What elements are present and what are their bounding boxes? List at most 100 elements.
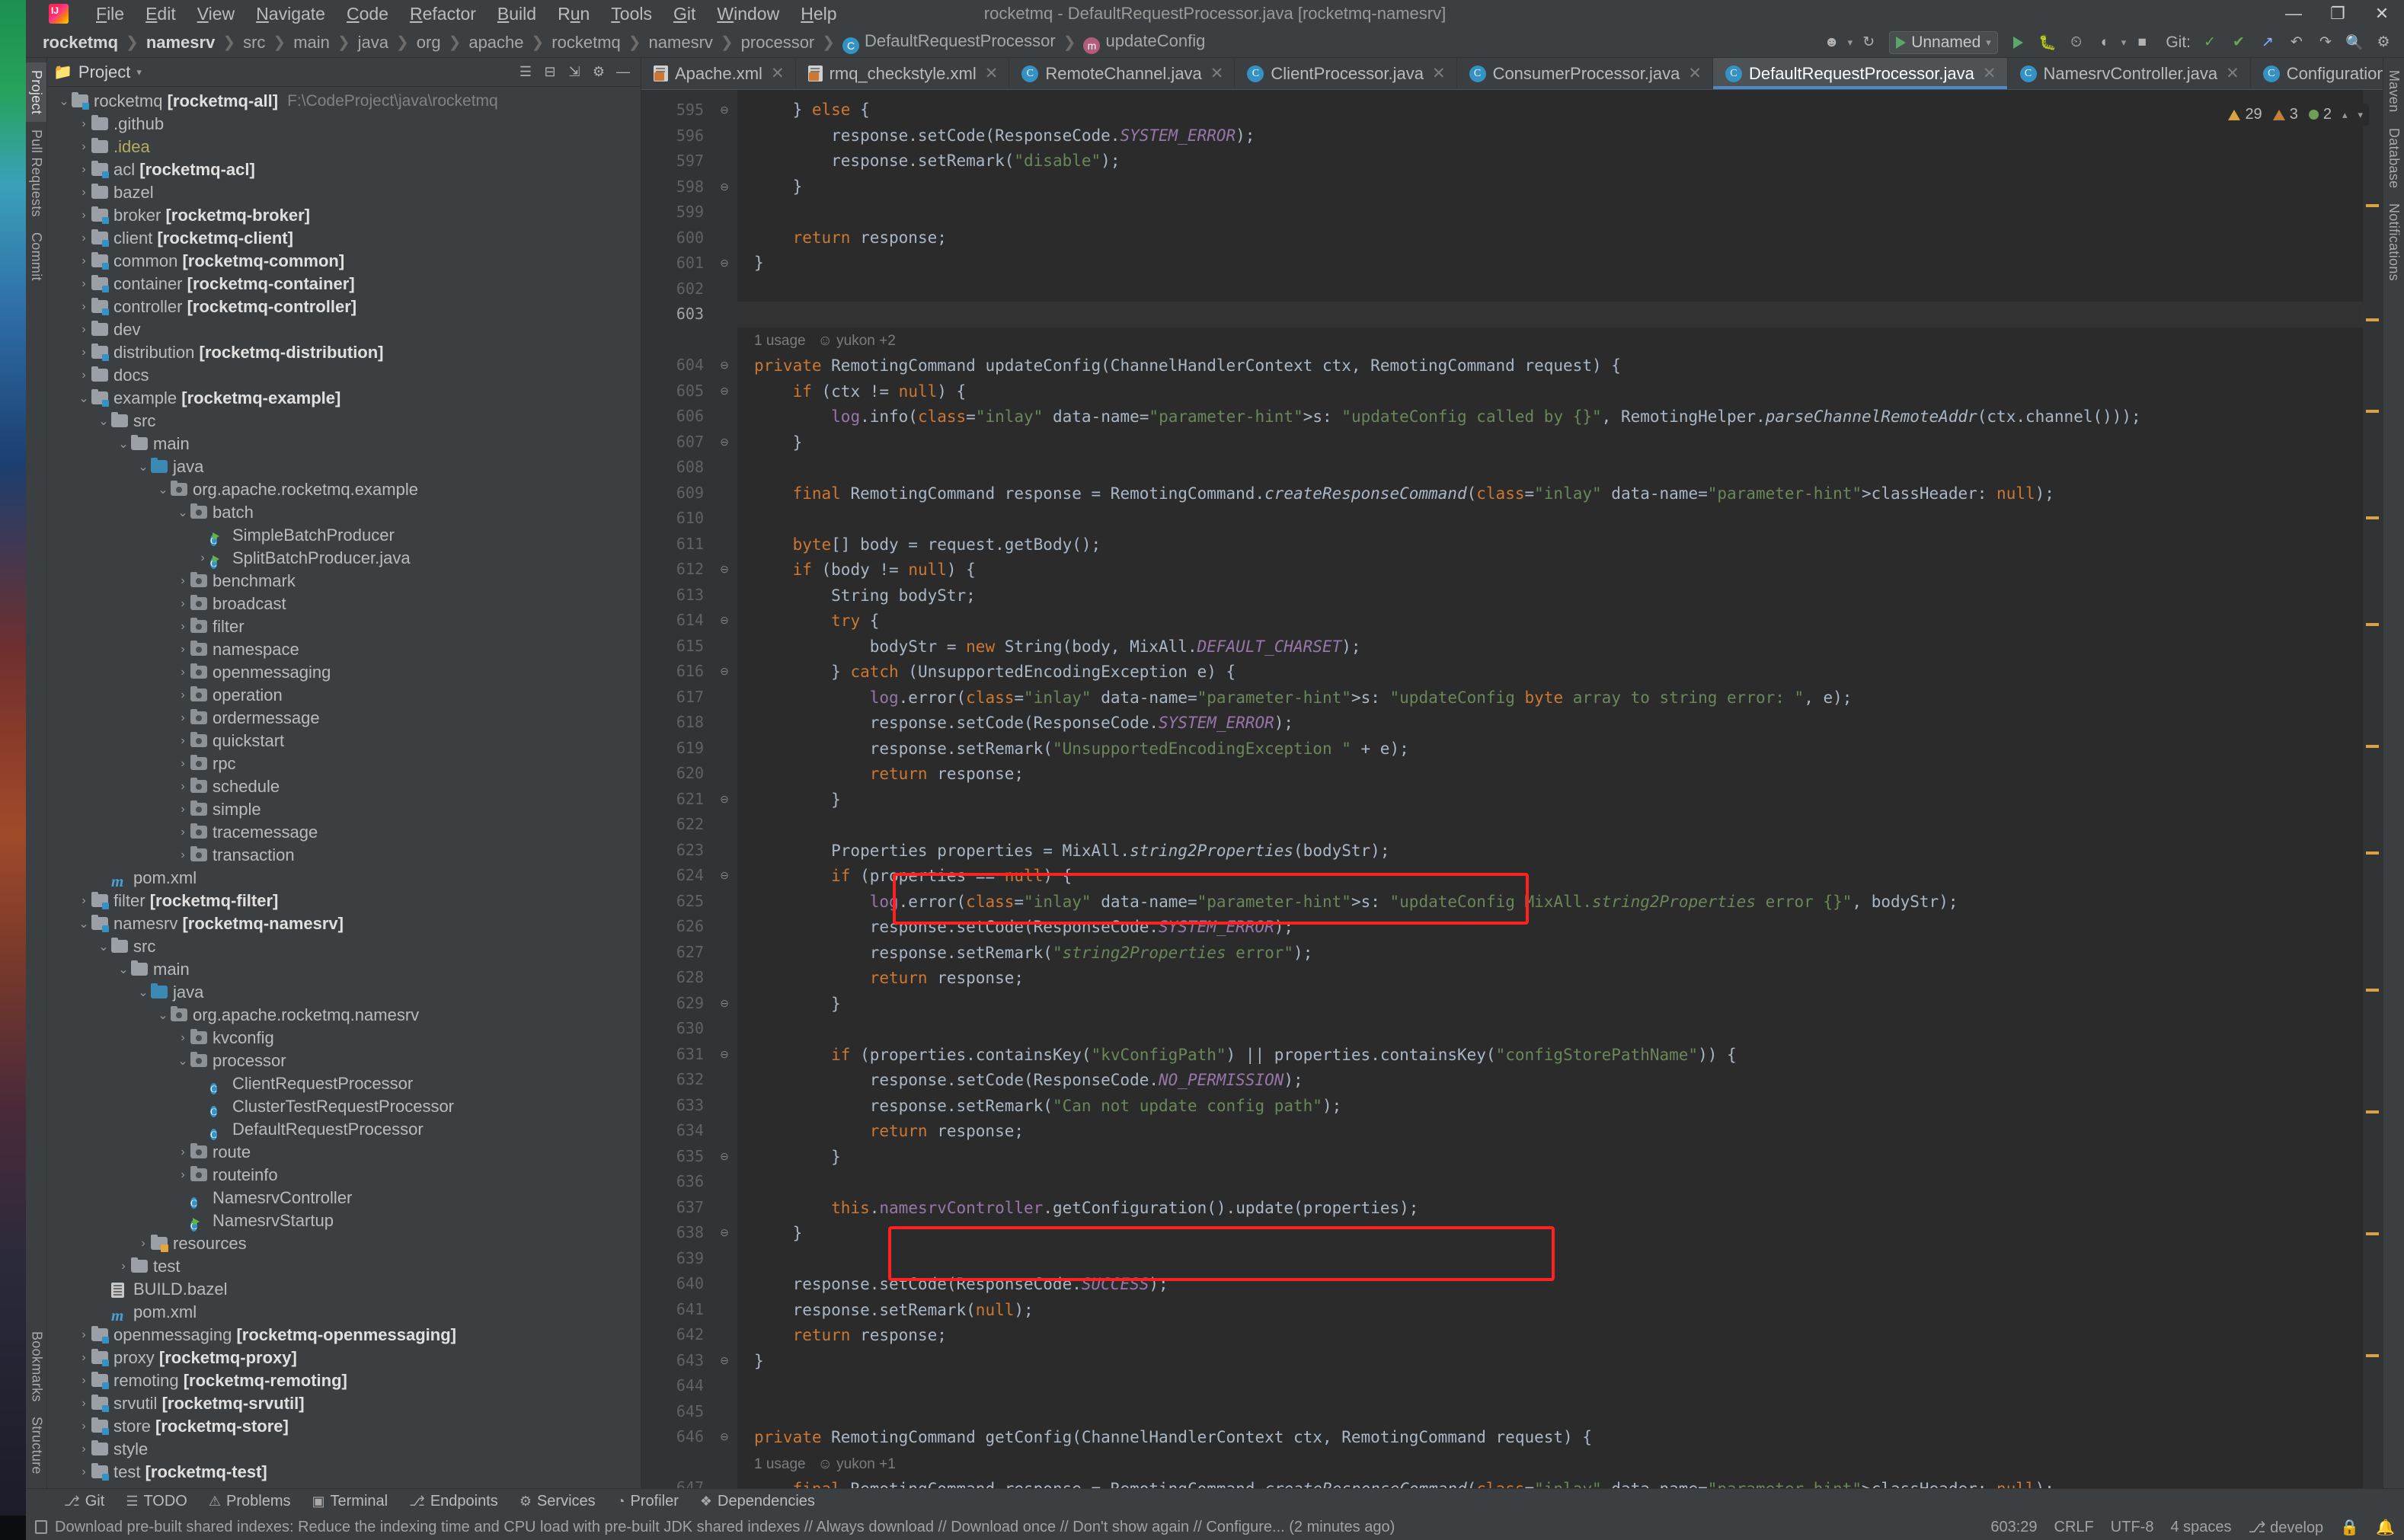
fold-region[interactable] (711, 1016, 737, 1042)
line-number[interactable]: 614 (641, 608, 711, 634)
fold-region[interactable] (711, 455, 737, 481)
tree-node[interactable]: ⌄ java (47, 455, 641, 478)
settings-icon[interactable]: ⚙ (2370, 30, 2396, 55)
account-icon[interactable]: ☻ (1819, 30, 1845, 55)
tree-node[interactable]: › rpc (47, 752, 641, 775)
tree-node[interactable]: › dev (47, 318, 641, 341)
tree-node[interactable]: › quickstart (47, 730, 641, 752)
line-number[interactable]: 611 (641, 532, 711, 558)
tree-node[interactable]: › broadcast (47, 593, 641, 615)
chevron-up-icon[interactable]: ▴ (2342, 109, 2348, 121)
tree-node[interactable]: › C SplitBatchProducer.java (47, 547, 641, 570)
close-icon[interactable]: ✕ (1431, 64, 1447, 83)
status-message[interactable]: Download pre-built shared indexes: Reduc… (55, 1519, 1395, 1536)
fold-region[interactable] (711, 481, 737, 506)
tree-expand-arrow-icon[interactable]: › (136, 1237, 151, 1251)
tree-expand-arrow-icon[interactable]: › (76, 209, 91, 222)
tree-node[interactable]: › filter [rocketmq-filter] (47, 890, 641, 912)
tree-expand-arrow-icon[interactable]: › (76, 1374, 91, 1388)
fold-region[interactable] (711, 634, 737, 660)
line-number[interactable]: 620 (641, 761, 711, 787)
hide-panel-icon[interactable]: — (612, 62, 635, 83)
breadcrumb-item-0[interactable]: rocketmq (37, 31, 124, 54)
editor-tab[interactable]: C ConsumerProcessor.java ✕ (1457, 58, 1713, 89)
close-icon[interactable]: ✕ (1209, 64, 1226, 83)
line-number[interactable]: 610 (641, 506, 711, 532)
line-number[interactable]: 598 (641, 174, 711, 200)
tree-expand-arrow-icon[interactable]: › (76, 300, 91, 314)
bottom-tool-todo[interactable]: ☰ TODO (115, 1491, 198, 1512)
editor-tab[interactable]: C NamesrvController.java ✕ (2008, 58, 2251, 89)
line-number[interactable]: 638 (641, 1220, 711, 1246)
bottom-tool-git[interactable]: ⎇ Git (53, 1491, 115, 1512)
line-number[interactable]: 616 (641, 659, 711, 685)
tree-node[interactable]: › schedule (47, 775, 641, 798)
editor-tab[interactable]: rmq_checkstyle.xml ✕ (796, 58, 1010, 89)
line-number[interactable]: 633 (641, 1093, 711, 1119)
tool-tab-structure[interactable]: Structure (27, 1409, 47, 1482)
line-number[interactable]: 647 (641, 1475, 711, 1488)
fold-region[interactable]: ⊖ (711, 1220, 737, 1246)
line-number[interactable]: 604 (641, 353, 711, 379)
tree-expand-arrow-icon[interactable]: › (76, 163, 91, 177)
fold-region[interactable]: ⊖ (711, 353, 737, 379)
menu-tools[interactable]: Tools (600, 1, 663, 27)
breadcrumb-item-5[interactable]: org (411, 31, 447, 54)
fold-region[interactable] (711, 404, 737, 430)
line-number[interactable]: 601 (641, 251, 711, 276)
tree-node[interactable]: › openmessaging (47, 661, 641, 684)
tree-node[interactable]: › tracemessage (47, 821, 641, 844)
notification-icon[interactable]: 🔔 (2376, 1518, 2395, 1537)
line-number[interactable]: 625 (641, 889, 711, 915)
git-branch[interactable]: ⎇ develop (2249, 1518, 2324, 1537)
fold-region[interactable]: ⊖ (711, 608, 737, 634)
breadcrumb-item-8[interactable]: namesrv (643, 31, 719, 54)
profiler-icon[interactable]: ⏲ (2064, 30, 2089, 55)
line-number[interactable]: 631 (641, 1042, 711, 1068)
fold-region[interactable] (711, 736, 737, 762)
close-icon[interactable]: ✕ (983, 64, 1000, 83)
tree-node[interactable]: C DefaultRequestProcessor (47, 1118, 641, 1141)
stop-icon[interactable]: ■ (2129, 30, 2155, 55)
scroll-from-source-icon[interactable]: ⇲ (563, 62, 586, 83)
tree-expand-arrow-icon[interactable]: ⌄ (175, 505, 190, 520)
breadcrumb-item-7[interactable]: rocketmq (545, 31, 626, 54)
menu-build[interactable]: Build (487, 1, 547, 27)
editor-tab[interactable]: C DefaultRequestProcessor.java ✕ (1712, 58, 2008, 89)
fold-region[interactable] (711, 532, 737, 558)
line-number[interactable]: 646 (641, 1424, 711, 1450)
tree-node[interactable]: › kvconfig (47, 1027, 641, 1050)
line-number[interactable]: 640 (641, 1271, 711, 1297)
close-icon[interactable]: ✕ (769, 64, 786, 83)
tree-node[interactable]: › broker [rocketmq-broker] (47, 204, 641, 227)
chevron-down-icon[interactable]: ▾ (1848, 37, 1853, 49)
tree-expand-arrow-icon[interactable]: › (175, 780, 190, 794)
breadcrumb-item-1[interactable]: namesrv (140, 31, 222, 54)
tree-expand-arrow-icon[interactable]: › (175, 734, 190, 748)
line-number[interactable]: 628 (641, 965, 711, 991)
tree-node[interactable]: › remoting [rocketmq-remoting] (47, 1369, 641, 1392)
bottom-tool-window-bar[interactable]: ⎇ Git ☰ TODO ⚠ Problems ▣ Terminal ⎇ Endpoints ⚙ Se… (26, 1488, 2404, 1514)
menu-navigate[interactable]: Navigate (245, 1, 336, 27)
fold-region[interactable] (711, 1475, 737, 1488)
fold-region[interactable]: ⊖ (711, 1042, 737, 1068)
tree-node[interactable]: › ordermessage (47, 707, 641, 730)
tree-expand-arrow-icon[interactable]: ⌄ (136, 459, 151, 474)
tree-expand-arrow-icon[interactable]: ⌄ (175, 1053, 190, 1069)
tree-expand-arrow-icon[interactable]: › (76, 1397, 91, 1411)
editor-tab[interactable]: C ClientProcessor.java ✕ (1235, 58, 1457, 89)
fold-region[interactable] (711, 1093, 737, 1119)
tree-expand-arrow-icon[interactable]: › (76, 1351, 91, 1365)
git-update-icon[interactable]: ✓ (2197, 30, 2223, 55)
redo-icon[interactable]: ↷ (2313, 30, 2338, 55)
tree-node[interactable]: › docs (47, 364, 641, 387)
tree-expand-arrow-icon[interactable]: › (175, 711, 190, 725)
tree-expand-arrow-icon[interactable]: › (76, 1420, 91, 1433)
breadcrumb-item-method[interactable]: m updateConfig (1077, 30, 1211, 56)
fold-region[interactable]: ⊖ (711, 863, 737, 889)
tree-expand-arrow-icon[interactable]: › (116, 1260, 131, 1273)
line-number[interactable]: 621 (641, 787, 711, 813)
line-number[interactable]: 643 (641, 1348, 711, 1374)
tree-node[interactable]: › route (47, 1141, 641, 1164)
tree-node[interactable]: › .idea (47, 136, 641, 158)
